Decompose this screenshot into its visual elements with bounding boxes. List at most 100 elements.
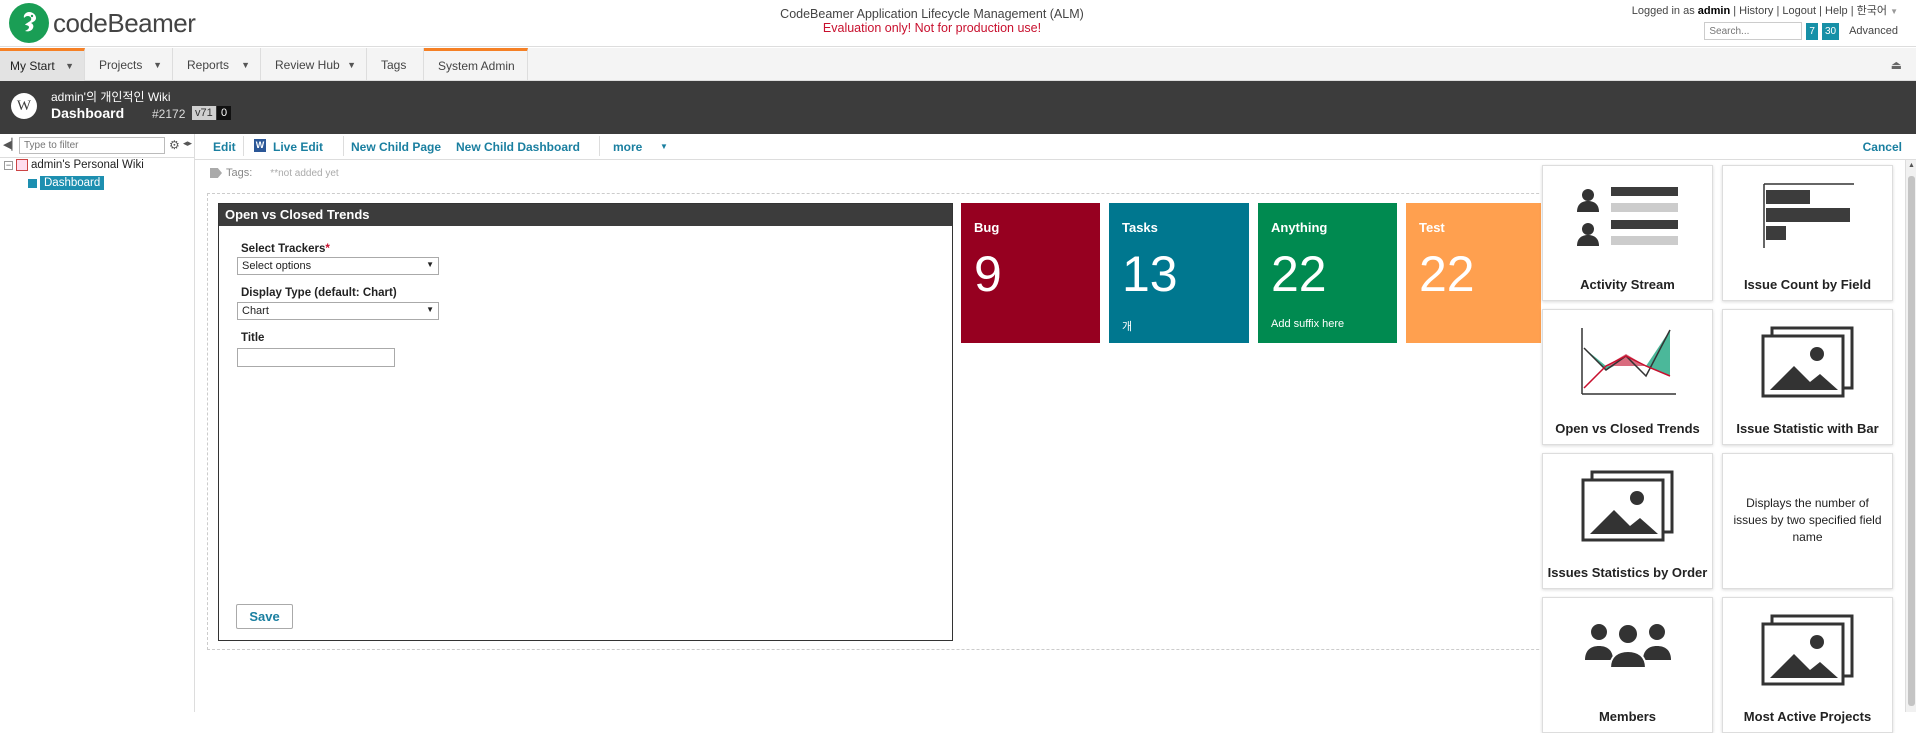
language-link[interactable]: 한국어 xyxy=(1857,5,1887,17)
title-input[interactable] xyxy=(237,348,395,367)
tree-child-label[interactable]: Dashboard xyxy=(40,176,105,190)
menu-review-hub[interactable]: Review Hub ▼ xyxy=(261,48,367,81)
widget-card-label: Members xyxy=(1598,709,1657,724)
widget-card-most-active-projects[interactable]: Most Active Projects xyxy=(1722,597,1893,733)
new-child-dashboard-button[interactable]: New Child Dashboard xyxy=(456,140,580,154)
username-link[interactable]: admin xyxy=(1698,5,1730,17)
gear-icon[interactable]: ⚙ xyxy=(169,138,180,152)
display-type-select[interactable]: Chart ▼ xyxy=(237,302,439,320)
chevron-down-icon: ▼ xyxy=(426,260,434,269)
more-button[interactable]: more xyxy=(613,140,642,154)
dropdown-arrow-icon[interactable]: ▼ xyxy=(65,61,74,71)
tile-bug[interactable]: Bug 9 xyxy=(961,203,1100,343)
menu-reports[interactable]: Reports ▼ xyxy=(173,48,261,81)
open-vs-closed-widget: Open vs Closed Trends Select Trackers* S… xyxy=(218,203,953,641)
tree-panel: ◀▏ ⚙ ◂▸ − admin's Personal Wiki Dashboar… xyxy=(0,134,195,712)
word-icon: W xyxy=(254,139,266,152)
more-dropdown-icon[interactable]: ▼ xyxy=(660,142,668,151)
tile-title: Anything xyxy=(1271,220,1328,235)
tile-value: 9 xyxy=(974,246,1002,302)
tile-tasks[interactable]: Tasks 13 개 xyxy=(1109,203,1249,343)
advanced-search-link[interactable]: Advanced xyxy=(1849,25,1898,37)
panel-scrollbar[interactable]: ▲ xyxy=(1905,160,1916,712)
widget-card-issue-count-by-field[interactable]: Issue Count by Field xyxy=(1722,165,1893,301)
trackers-select[interactable]: Select options ▼ xyxy=(237,257,439,275)
menu-projects[interactable]: Projects ▼ xyxy=(85,48,173,81)
new-child-page-button[interactable]: New Child Page xyxy=(351,140,441,154)
tree-collapse-icon[interactable]: − xyxy=(4,160,13,170)
collapse-header-icon[interactable]: ⏏ xyxy=(1891,58,1902,72)
tags-value[interactable]: **not added yet xyxy=(270,168,338,179)
widget-card-open-vs-closed[interactable]: Open vs Closed Trends xyxy=(1542,309,1713,445)
dropdown-arrow-icon[interactable]: ▼ xyxy=(241,60,250,70)
menu-label: Tags xyxy=(381,57,407,72)
evaluation-notice: Evaluation only! Not for production use! xyxy=(822,21,1042,35)
widget-card-label: Issues Statistics by Order xyxy=(1547,565,1708,580)
user-links: Logged in as admin | History | Logout | … xyxy=(1631,5,1898,17)
tile-test[interactable]: Test 22 xyxy=(1406,203,1545,343)
image-placeholder-icon xyxy=(1543,470,1712,542)
top-bar: codeBeamer CodeBeamer Application Lifecy… xyxy=(0,0,1916,47)
widget-card-activity-stream[interactable]: Activity Stream xyxy=(1542,165,1713,301)
page-title: Dashboard xyxy=(51,105,125,121)
tile-title: Bug xyxy=(974,220,1000,235)
widget-card-issue-statistic-bar[interactable]: Issue Statistic with Bar xyxy=(1722,309,1893,445)
scrollbar-thumb[interactable] xyxy=(1908,176,1915,706)
activity-stream-icon xyxy=(1543,182,1712,254)
tags-label: Tags: xyxy=(226,167,253,179)
tag-icon xyxy=(210,168,222,178)
global-search-input[interactable] xyxy=(1704,22,1803,40)
display-type-label: Display Type (default: Chart) xyxy=(241,287,397,299)
dashboard-page-icon xyxy=(27,177,38,189)
badge-thirty[interactable]: 30 xyxy=(1821,22,1840,40)
widget-card-members[interactable]: Members xyxy=(1542,597,1713,733)
version-badge[interactable]: v71 xyxy=(192,106,216,120)
cancel-button[interactable]: Cancel xyxy=(1863,140,1902,154)
title-label: Title xyxy=(241,332,265,344)
menu-tags[interactable]: Tags xyxy=(367,48,424,81)
menu-label: Review Hub xyxy=(275,57,340,72)
logout-link[interactable]: Logout xyxy=(1782,5,1816,17)
wiki-page-icon xyxy=(16,159,28,171)
display-type-value: Chart xyxy=(242,305,269,317)
tile-value: 22 xyxy=(1419,246,1475,302)
tree-child-item[interactable]: Dashboard xyxy=(27,176,105,190)
tile-suffix: Add suffix here xyxy=(1271,318,1345,330)
dropdown-arrow-icon[interactable]: ▼ xyxy=(153,60,162,70)
menu-system-admin[interactable]: System Admin xyxy=(424,48,528,81)
menu-my-start[interactable]: My Start ▼ xyxy=(0,48,85,81)
widget-card-issues-statistics-order[interactable]: Issues Statistics by Order xyxy=(1542,453,1713,589)
tree-filter-row: ◀▏ ⚙ ◂▸ xyxy=(0,134,195,158)
scroll-up-icon[interactable]: ▲ xyxy=(1908,162,1915,169)
wiki-name-link[interactable]: admin'의 개인적인 Wiki xyxy=(51,88,171,105)
widget-card-label: Activity Stream xyxy=(1580,277,1675,292)
members-icon xyxy=(1543,620,1712,672)
toolbar-divider xyxy=(243,136,244,156)
tree-filter-input[interactable] xyxy=(19,137,165,154)
expand-icon[interactable]: ◂▸ xyxy=(183,138,192,149)
save-button[interactable]: Save xyxy=(236,604,293,629)
language-dropdown-icon[interactable]: ▼ xyxy=(1890,7,1898,16)
badge-seven[interactable]: 7 xyxy=(1806,22,1818,40)
edit-button[interactable]: Edit xyxy=(213,140,236,154)
tile-anything[interactable]: Anything 22 Add suffix here xyxy=(1258,203,1397,343)
widget-card-description: Displays the number of issues by two spe… xyxy=(1733,496,1882,544)
tile-value: 22 xyxy=(1271,246,1327,302)
help-link[interactable]: Help xyxy=(1825,5,1848,17)
history-link[interactable]: History xyxy=(1739,5,1773,17)
widget-card-two-field[interactable]: Displays the number of issues by two spe… xyxy=(1722,453,1893,589)
live-edit-button[interactable]: Live Edit xyxy=(273,140,323,154)
dropdown-arrow-icon[interactable]: ▼ xyxy=(347,60,356,70)
collapse-panel-icon[interactable]: ◀▏ xyxy=(3,138,20,151)
tree-root-label[interactable]: admin's Personal Wiki xyxy=(31,159,144,171)
count-badge[interactable]: 0 xyxy=(217,106,232,120)
tile-title: Tasks xyxy=(1122,220,1158,235)
image-placeholder-icon xyxy=(1723,614,1892,686)
trend-chart-icon xyxy=(1543,326,1712,398)
tree-root-item[interactable]: − admin's Personal Wiki xyxy=(4,159,144,171)
trackers-select-value: Select options xyxy=(242,260,312,272)
chevron-down-icon: ▼ xyxy=(426,305,434,314)
required-marker: * xyxy=(325,243,330,255)
menu-label: Projects xyxy=(99,57,143,72)
search-row: 7 30 Advanced xyxy=(1704,22,1898,40)
